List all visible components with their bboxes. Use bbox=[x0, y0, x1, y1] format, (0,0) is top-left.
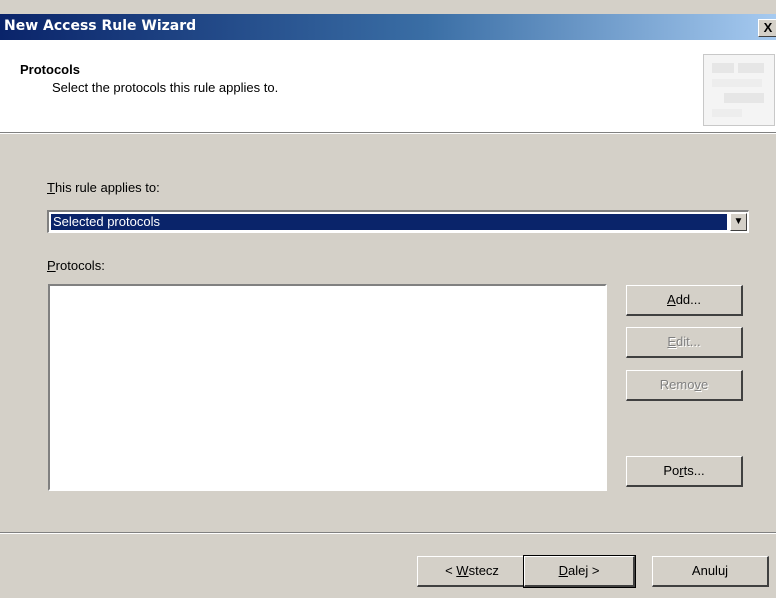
window-title: New Access Rule Wizard bbox=[4, 18, 197, 34]
next-button[interactable]: Dalej > bbox=[523, 555, 636, 588]
header-divider bbox=[0, 133, 776, 134]
edit-button-post: dit... bbox=[676, 334, 701, 349]
protocols-label-text: rotocols: bbox=[55, 258, 105, 273]
back-button[interactable]: < Wstecz bbox=[417, 556, 528, 587]
back-button-pre: < bbox=[445, 563, 457, 578]
protocols-label: Protocols: bbox=[47, 258, 105, 273]
wizard-graphic-icon bbox=[703, 54, 775, 126]
edit-button-accel: E bbox=[667, 334, 677, 349]
edit-button[interactable]: Edit... bbox=[626, 327, 743, 358]
protocols-label-accel: P bbox=[47, 258, 56, 273]
cancel-button[interactable]: Anuluj bbox=[652, 556, 769, 587]
add-button[interactable]: Add... bbox=[626, 285, 743, 316]
back-button-post: stecz bbox=[468, 563, 499, 578]
back-button-accel: W bbox=[456, 563, 469, 578]
remove-button[interactable]: Remove bbox=[626, 370, 743, 401]
title-bar[interactable]: New Access Rule Wizard X bbox=[0, 14, 776, 40]
chevron-down-icon[interactable]: ▼ bbox=[730, 213, 747, 231]
remove-button-pre: Remo bbox=[659, 377, 695, 392]
rule-applies-label: This rule applies to: bbox=[47, 180, 160, 195]
rule-applies-label-text: his rule applies to: bbox=[54, 180, 160, 195]
footer-divider-highlight bbox=[0, 533, 776, 534]
page-subtitle: Select the protocols this rule applies t… bbox=[52, 80, 279, 95]
close-button[interactable]: X bbox=[758, 19, 776, 37]
wizard-header: Protocols Select the protocols this rule… bbox=[0, 40, 776, 133]
remove-button-post: e bbox=[700, 377, 709, 392]
ports-button-pre: Po bbox=[663, 463, 680, 478]
ports-button-post: ts... bbox=[683, 463, 705, 478]
add-button-post: dd... bbox=[675, 292, 701, 307]
wizard-window: New Access Rule Wizard X Protocols Selec… bbox=[0, 0, 776, 598]
ports-button[interactable]: Ports... bbox=[626, 456, 743, 487]
page-title: Protocols bbox=[20, 62, 80, 77]
rule-applies-label-accel: T bbox=[47, 180, 55, 195]
next-button-accel: D bbox=[558, 563, 568, 578]
add-button-accel: A bbox=[667, 292, 676, 307]
next-button-post: alej > bbox=[567, 563, 600, 578]
protocols-list[interactable] bbox=[48, 284, 607, 491]
rule-applies-select[interactable]: Selected protocols ▼ bbox=[47, 210, 749, 233]
rule-applies-selected-value: Selected protocols bbox=[51, 214, 727, 230]
